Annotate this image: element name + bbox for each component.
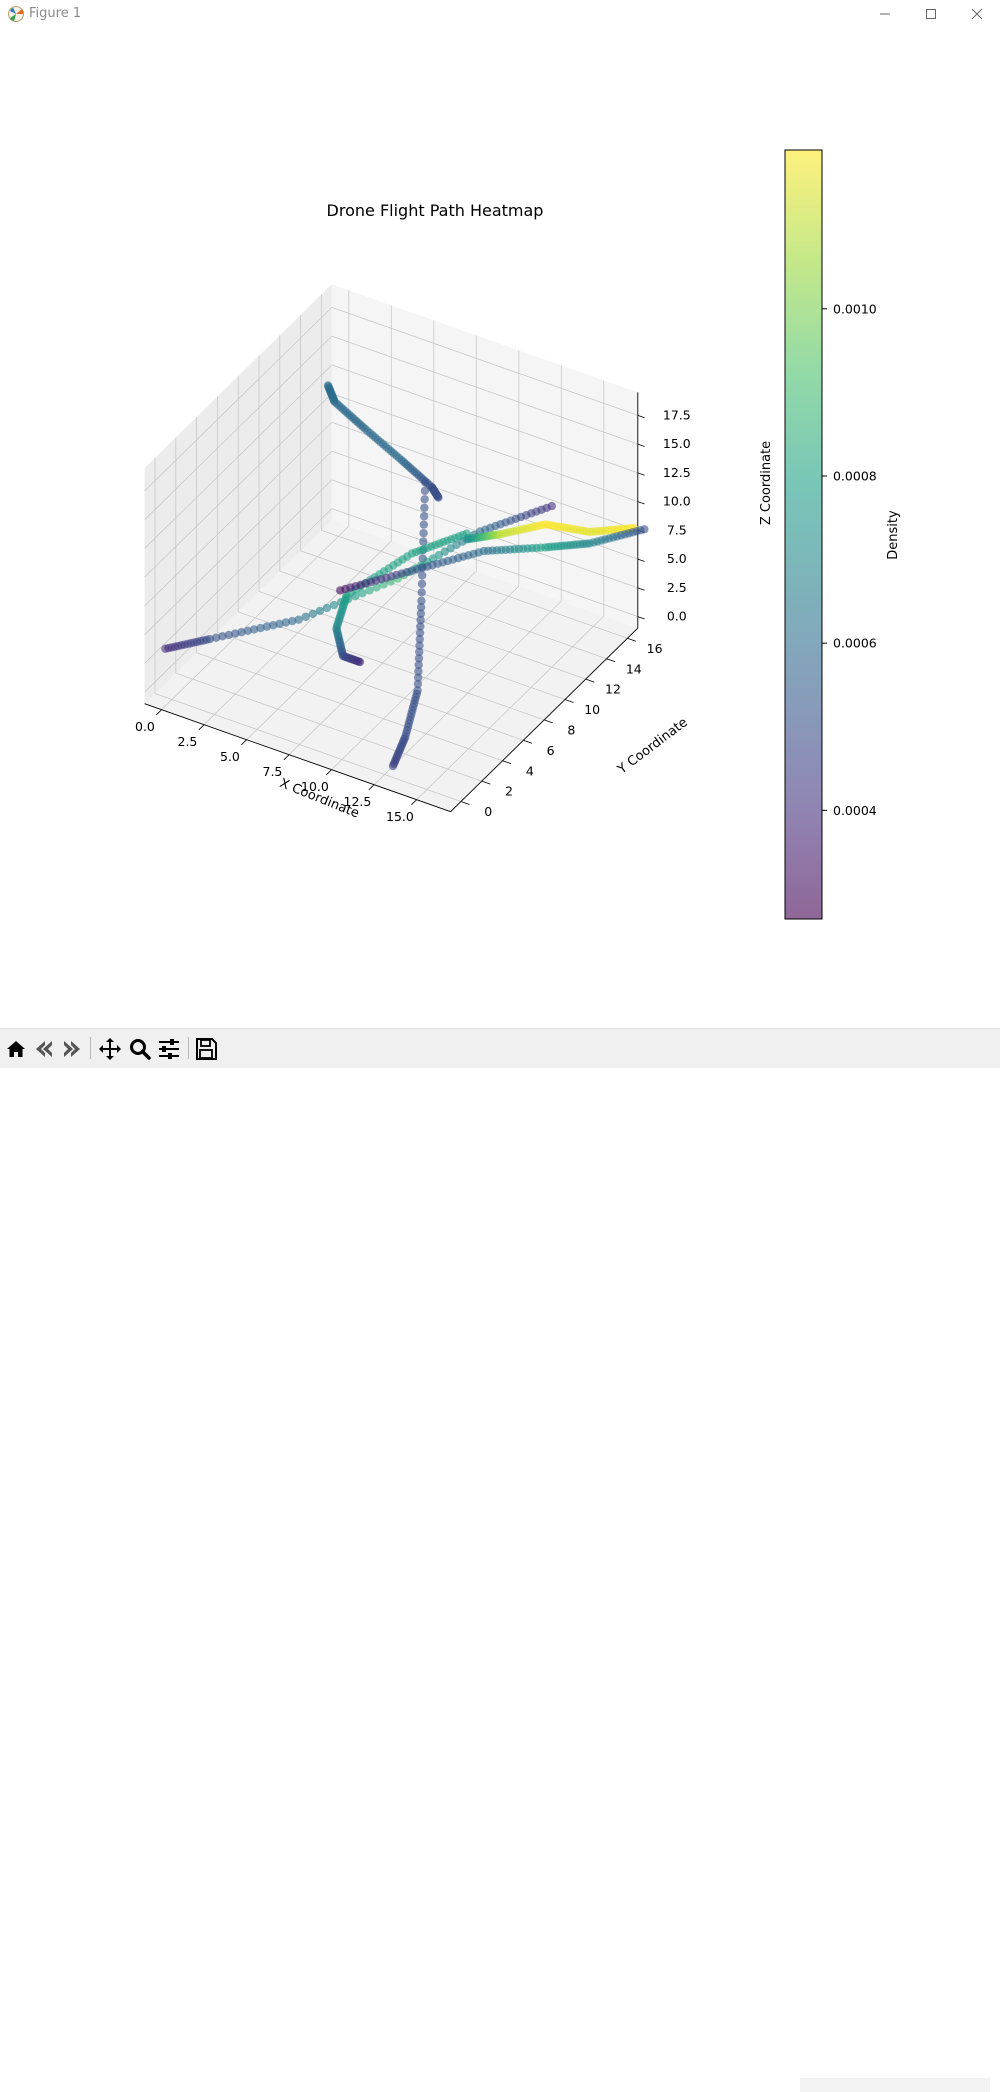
home-icon bbox=[7, 1041, 25, 1057]
back-button[interactable] bbox=[30, 1035, 58, 1063]
window-title: Figure 1 bbox=[29, 6, 82, 21]
z-tick-mark bbox=[637, 443, 645, 447]
chart-3d: Drone Flight Path Heatmap 0.0 2.5 5.0 7.5 10… bbox=[135, 149, 901, 920]
y-tick-mark bbox=[627, 637, 637, 642]
z-tick-mark bbox=[637, 616, 645, 620]
z-tick-label: 10.0 bbox=[663, 494, 691, 509]
floppy-disk-icon bbox=[196, 1038, 217, 1060]
flight-point bbox=[419, 512, 429, 521]
flight-point bbox=[355, 657, 365, 667]
z-tick-mark bbox=[637, 587, 645, 591]
y-tick-mark bbox=[544, 719, 553, 724]
toolbar-separator bbox=[90, 1037, 91, 1059]
x-tick-mark bbox=[283, 754, 290, 761]
z-tick-label: 0.0 bbox=[667, 609, 687, 624]
z-tick-label: 7.5 bbox=[667, 522, 687, 537]
y-tick-label: 6 bbox=[547, 743, 555, 758]
x-tick-mark bbox=[156, 709, 162, 716]
flight-point bbox=[420, 495, 429, 504]
y-tick-label: 16 bbox=[647, 641, 663, 656]
y-tick-mark bbox=[523, 739, 533, 744]
toolbar-separator bbox=[188, 1037, 189, 1059]
y-tick-mark bbox=[460, 801, 470, 805]
y-tick-label: 0 bbox=[484, 804, 492, 819]
flight-point bbox=[161, 644, 170, 653]
z-tick-label: 17.5 bbox=[663, 407, 691, 422]
colorbar-tick-label: 0.0010 bbox=[833, 301, 877, 316]
y-tick-mark bbox=[564, 699, 574, 703]
x-tick-label: 7.5 bbox=[263, 764, 283, 779]
colorbar-tick-label: 0.0004 bbox=[833, 803, 877, 818]
forward-arrow-icon bbox=[64, 1041, 80, 1057]
flight-point bbox=[640, 525, 649, 534]
z-axis-label: Z Coordinate bbox=[759, 441, 774, 525]
x-tick-mark bbox=[241, 739, 247, 746]
chart-title: Drone Flight Path Heatmap bbox=[327, 201, 544, 220]
figure-canvas[interactable]: Drone Flight Path Heatmap 0.0 2.5 5.0 7.5 10… bbox=[0, 28, 1000, 1028]
save-button[interactable] bbox=[192, 1035, 220, 1063]
flight-point bbox=[388, 761, 398, 771]
colorbar-tick-label: 0.0006 bbox=[833, 636, 877, 651]
x-tick-label: 2.5 bbox=[178, 734, 198, 749]
minimize-button[interactable] bbox=[862, 0, 908, 28]
maximize-icon bbox=[926, 9, 936, 19]
y-tick-label: 4 bbox=[526, 763, 534, 778]
navigation-toolbar bbox=[0, 1028, 1000, 2092]
colorbar-tick-label: 0.0008 bbox=[833, 468, 877, 483]
pan-button[interactable] bbox=[96, 1035, 124, 1063]
flight-point bbox=[417, 588, 426, 597]
y-tick-label: 14 bbox=[626, 661, 642, 676]
maximize-button[interactable] bbox=[908, 0, 954, 28]
minimize-icon bbox=[880, 13, 890, 15]
x-tick-mark bbox=[198, 724, 205, 731]
colorbar-gradient bbox=[784, 149, 823, 920]
y-tick-label: 12 bbox=[605, 682, 621, 697]
colorbar: 0.0004 0.0006 0.0008 0.0010 Density bbox=[784, 149, 901, 920]
flight-point bbox=[434, 493, 443, 502]
zoom-button[interactable] bbox=[126, 1035, 154, 1063]
z-tick-label: 2.5 bbox=[667, 580, 687, 595]
flight-point bbox=[417, 579, 427, 589]
matplotlib-logo-icon bbox=[8, 6, 24, 22]
back-arrow-icon bbox=[36, 1041, 52, 1057]
flight-point bbox=[421, 478, 430, 487]
x-tick-mark bbox=[326, 769, 332, 776]
colorbar-ticks: 0.0004 0.0006 0.0008 0.0010 bbox=[822, 301, 877, 818]
y-tick-label: 8 bbox=[567, 723, 575, 738]
configure-subplots-button[interactable] bbox=[155, 1035, 183, 1063]
home-button[interactable] bbox=[2, 1035, 30, 1063]
window-titlebar: Figure 1 bbox=[0, 0, 1000, 28]
y-tick-label: 10 bbox=[584, 702, 600, 717]
z-tick-label: 12.5 bbox=[663, 465, 691, 480]
close-icon bbox=[971, 8, 983, 20]
x-tick-mark bbox=[411, 799, 417, 806]
z-tick-label: 5.0 bbox=[667, 551, 687, 566]
x-tick-label: 15.0 bbox=[386, 809, 414, 824]
x-tick-mark bbox=[368, 784, 375, 791]
move-icon bbox=[99, 1038, 121, 1060]
y-tick-mark bbox=[481, 780, 491, 785]
x-tick-label: 0.0 bbox=[135, 719, 155, 734]
flight-point bbox=[419, 528, 428, 538]
y-tick-mark bbox=[585, 678, 595, 683]
z-tick-mark bbox=[637, 414, 645, 419]
search-icon bbox=[130, 1039, 151, 1060]
y-tick-label: 2 bbox=[505, 784, 513, 799]
z-tick-mark bbox=[637, 501, 645, 505]
z-tick-mark bbox=[637, 558, 645, 562]
colorbar-label: Density bbox=[886, 510, 901, 560]
y-tick-mark bbox=[502, 760, 512, 765]
z-tick-label: 15.0 bbox=[663, 436, 691, 451]
sliders-icon bbox=[159, 1039, 179, 1059]
flight-point bbox=[420, 486, 430, 496]
status-area bbox=[800, 2078, 990, 2092]
y-axis-label: Y Coordinate bbox=[614, 715, 690, 778]
flight-point bbox=[419, 520, 429, 529]
x-tick-label: 5.0 bbox=[220, 749, 240, 764]
close-button[interactable] bbox=[954, 0, 1000, 28]
y-tick-mark bbox=[606, 658, 616, 663]
flight-point bbox=[420, 503, 429, 512]
forward-button[interactable] bbox=[58, 1035, 86, 1063]
z-tick-mark bbox=[637, 472, 645, 476]
